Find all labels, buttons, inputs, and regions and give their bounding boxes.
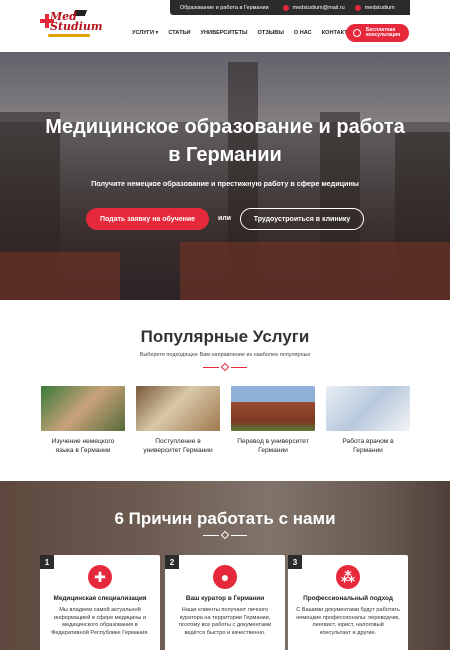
- hero-section: Медицинское образование и работа в Герма…: [0, 52, 450, 300]
- free-consultation-button[interactable]: Бесплатная консультация: [346, 24, 409, 42]
- nav-item-articles[interactable]: Статьи: [168, 30, 190, 36]
- service-card-doctor[interactable]: Работа врачом в Германии: [326, 386, 410, 455]
- section-divider: [203, 362, 247, 372]
- hero-roofs: [180, 242, 450, 300]
- reason-text: С Вашими документами будут работать неме…: [296, 607, 400, 636]
- reason-card: 3 ⁂ Профессиональный подход С Вашими док…: [288, 555, 408, 650]
- instagram-icon: [354, 4, 361, 11]
- service-label-line1: Перевод в университет: [237, 438, 309, 445]
- reason-number: 3: [288, 555, 302, 569]
- service-label[interactable]: Поступление в университет Германии: [136, 437, 220, 455]
- team-icon: ⁂: [336, 565, 360, 589]
- reason-card: 1 ✚ Медицинская специализация Мы владеем…: [40, 555, 160, 650]
- logo-line2: Studium: [50, 20, 103, 33]
- reason-title: Медицинская специализация: [53, 595, 147, 602]
- free-consultation-label: Бесплатная консультация: [366, 28, 400, 38]
- reasons-title: 6 Причин работать с нами: [114, 509, 336, 528]
- service-image: [326, 386, 410, 431]
- nav-item-universities[interactable]: Университеты: [201, 30, 248, 36]
- service-label-line2: Германии: [353, 447, 383, 454]
- hero-title-line1: Медицинское образование и работа: [45, 116, 405, 138]
- service-label-line2: университет Германии: [143, 447, 213, 454]
- topbar-social[interactable]: medstudium: [354, 4, 395, 11]
- section-divider: [203, 530, 247, 540]
- topbar-email-text: medstudium@mail.ru: [292, 4, 345, 11]
- services-title: Популярные Услуги: [140, 327, 310, 346]
- logo-swoosh: [48, 34, 90, 37]
- nav-item-reviews[interactable]: Отзывы: [258, 30, 284, 36]
- reasons-section: 6 Причин работать с нами 1 ✚ Медицинская…: [0, 481, 450, 650]
- reason-number: 2: [165, 555, 179, 569]
- service-image: [231, 386, 315, 431]
- apply-study-button[interactable]: Подать заявку на обучение: [86, 208, 209, 230]
- hero-sky: [0, 52, 450, 122]
- service-label-line1: Поступление в: [155, 438, 201, 445]
- site-header: Med Studium Образование и работа в Герма…: [0, 0, 450, 52]
- free-consultation-line2: консультация: [366, 32, 401, 38]
- medstudium-logo[interactable]: Med Studium: [38, 8, 103, 40]
- service-card-admission[interactable]: Поступление в университет Германии: [136, 386, 220, 455]
- reason-card: 2 ● Ваш куратор в Германии Наши клиенты …: [165, 555, 285, 650]
- service-image: [41, 386, 125, 431]
- hero-roofs: [0, 252, 120, 300]
- nav-item-services[interactable]: Услуги ▾: [132, 30, 158, 36]
- logo-text: Med Studium: [50, 11, 103, 33]
- clinic-job-button[interactable]: Трудоустроиться в клинику: [240, 208, 364, 230]
- service-label-line2: языка в Германии: [55, 447, 111, 454]
- service-label-line1: Работа врачом в: [342, 438, 394, 445]
- service-image: [136, 386, 220, 431]
- main-nav: Услуги ▾ Статьи Университеты Отзывы О на…: [132, 30, 363, 36]
- services-subtitle: Выберете подходящее Вам направление из н…: [139, 352, 311, 358]
- topbar-social-text: medstudium: [364, 4, 395, 11]
- reason-text: Мы владеем самой актуальной информацией …: [51, 607, 149, 636]
- reason-text: Наши клиенты получают личного куратора н…: [178, 607, 272, 636]
- service-label-line2: Германии: [258, 447, 288, 454]
- hero-or-text: или: [218, 215, 232, 222]
- service-card-german[interactable]: Изучение немецкого языка в Германии: [41, 386, 125, 455]
- topbar-tagline: Образование и работа в Германии: [180, 4, 269, 11]
- curator-person-icon: ●: [213, 565, 237, 589]
- topbar-email[interactable]: medstudium@mail.ru: [282, 4, 345, 11]
- service-label[interactable]: Изучение немецкого языка в Германии: [41, 437, 125, 455]
- reason-title: Ваш куратор в Германии: [185, 595, 265, 602]
- hero-subtitle: Получите немецкое образование и престижн…: [91, 179, 359, 188]
- service-label[interactable]: Перевод в университет Германии: [231, 437, 315, 455]
- medical-cross-icon: ✚: [88, 565, 112, 589]
- mail-icon: [282, 4, 289, 11]
- top-info-bar: Образование и работа в Германии medstudi…: [170, 0, 410, 15]
- service-label-line1: Изучение немецкого: [51, 438, 115, 445]
- service-label[interactable]: Работа врачом в Германии: [326, 437, 410, 455]
- hero-title-line2: в Германии: [168, 144, 282, 166]
- reason-number: 1: [40, 555, 54, 569]
- reason-title: Профессиональный подход: [303, 595, 393, 602]
- phone-icon: [353, 29, 361, 37]
- service-card-transfer[interactable]: Перевод в университет Германии: [231, 386, 315, 455]
- nav-item-about[interactable]: О нас: [294, 30, 312, 36]
- hero-title: Медицинское образование и работа в Герма…: [0, 113, 450, 169]
